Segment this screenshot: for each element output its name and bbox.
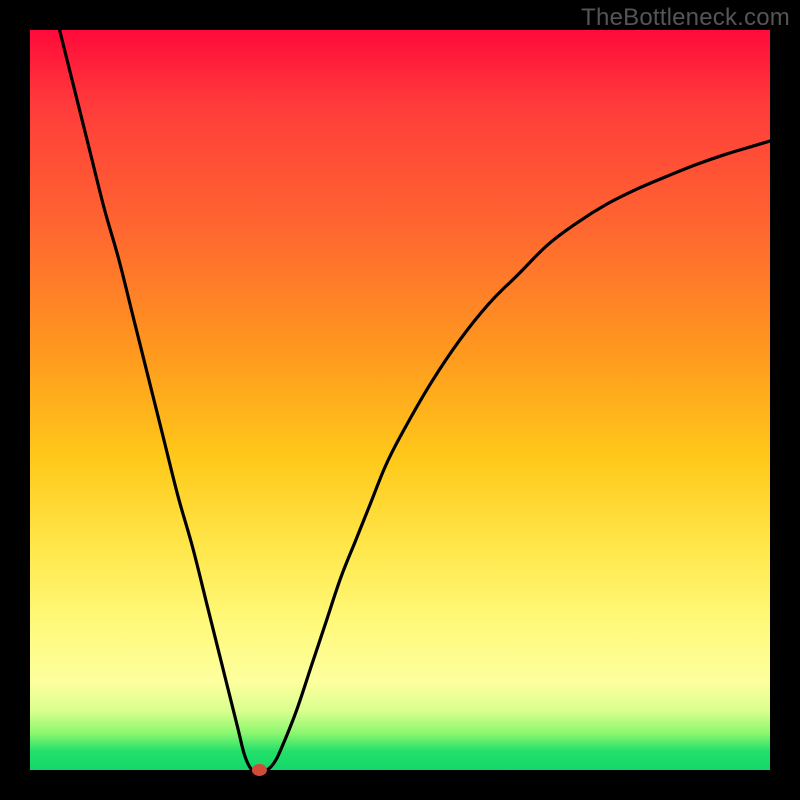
minimum-marker	[252, 765, 266, 776]
curve-svg	[30, 30, 770, 770]
chart-frame: TheBottleneck.com	[0, 0, 800, 800]
plot-area	[30, 30, 770, 770]
bottleneck-curve	[60, 30, 770, 771]
watermark-text: TheBottleneck.com	[581, 4, 790, 32]
